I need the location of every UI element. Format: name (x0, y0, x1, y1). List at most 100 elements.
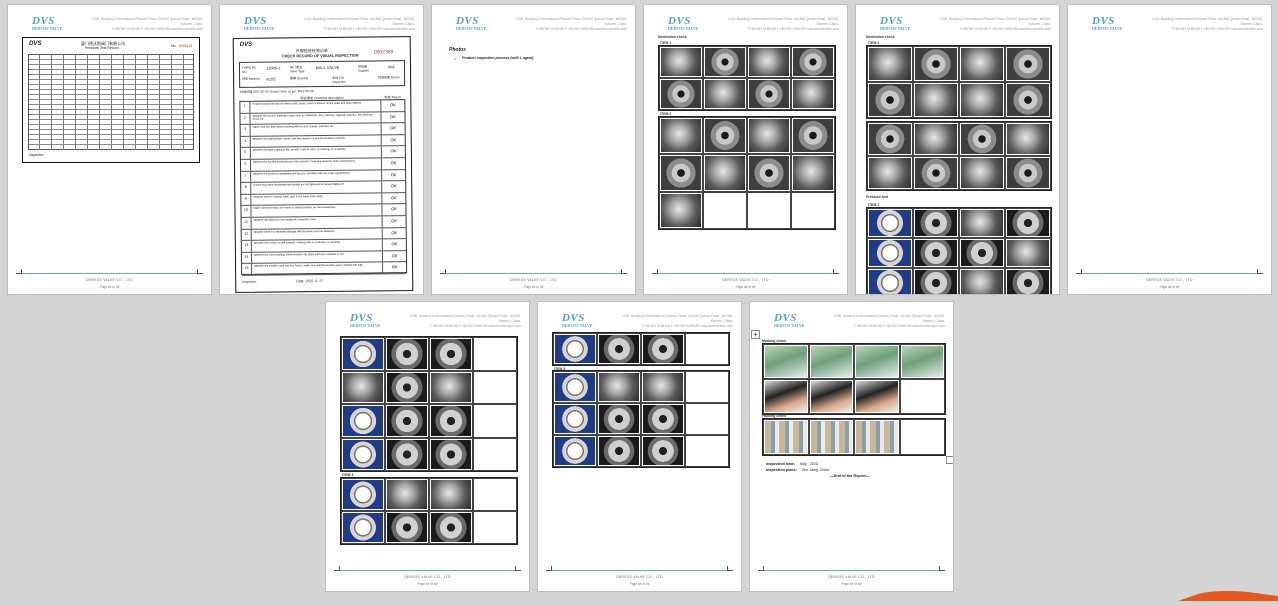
photo-cell[interactable] (641, 371, 685, 403)
photo-cell[interactable] (867, 238, 913, 268)
photo-cell[interactable] (763, 379, 809, 414)
table-move-handle-icon[interactable]: + (751, 330, 760, 339)
photo-cell[interactable] (597, 333, 641, 365)
photo-cell[interactable] (808, 379, 854, 414)
photo-cell[interactable] (385, 478, 429, 511)
photo-cell[interactable] (341, 511, 385, 544)
photo-cell[interactable] (747, 154, 791, 192)
photo-cell[interactable] (703, 117, 747, 155)
photo-cell[interactable] (553, 435, 597, 467)
photo-cell[interactable] (385, 337, 429, 371)
photo-cell[interactable] (429, 337, 473, 371)
photo-cell[interactable] (959, 156, 1005, 190)
photo-cell[interactable] (341, 370, 385, 404)
photo-cell[interactable] (867, 156, 913, 190)
photo-cell[interactable] (913, 156, 959, 190)
photo-cell[interactable] (429, 370, 473, 404)
photo-cell[interactable] (791, 78, 835, 110)
page-8[interactable]: DVS DERVOS VALVE 1205, Building A Interna… (537, 301, 742, 592)
logo-subtext: DERVOS VALVE (32, 26, 63, 31)
photo-cell[interactable] (385, 370, 429, 404)
photo-cell[interactable] (341, 337, 385, 371)
photo-cell[interactable] (341, 478, 385, 511)
photo-cell[interactable] (703, 46, 747, 78)
photo-cell[interactable] (385, 511, 429, 544)
photo-cell[interactable] (641, 403, 685, 435)
photo-cell[interactable] (341, 437, 385, 471)
photo-cell[interactable] (1005, 268, 1051, 294)
photo-cell[interactable] (867, 122, 913, 156)
photo-cell[interactable] (913, 122, 959, 156)
photo-cell[interactable] (867, 208, 913, 238)
photo-cell[interactable] (854, 344, 900, 379)
photo-cell[interactable] (763, 344, 809, 379)
page-1[interactable]: DVS DERVOS VALVE 1205, Building A Interna… (7, 4, 212, 295)
photo-cell[interactable] (747, 117, 791, 155)
photo-cell[interactable] (703, 154, 747, 192)
photo-cell[interactable] (385, 437, 429, 471)
photo-cell[interactable] (659, 154, 703, 192)
page-6[interactable]: DVS DERVOS VALVE 1205, Building A Interna… (1067, 4, 1272, 295)
photo-cell[interactable] (659, 46, 703, 78)
photo-cell[interactable] (913, 82, 959, 118)
photo-cell[interactable] (959, 122, 1005, 156)
photo-cell[interactable] (747, 78, 791, 110)
inspection-date-value: May , 2023 (800, 462, 818, 466)
photo-cell[interactable] (763, 419, 809, 455)
photo-cell[interactable] (659, 117, 703, 155)
scroll-indicator[interactable] (1178, 588, 1278, 601)
photo-grid-dimension-4 (866, 121, 1052, 191)
photo-cell[interactable] (659, 78, 703, 110)
photo-cell[interactable] (791, 117, 835, 155)
page-4[interactable]: DVS DERVOS VALVE 1205, Building A Interna… (643, 4, 848, 295)
photo-cell[interactable] (641, 435, 685, 467)
photo-cell[interactable] (913, 268, 959, 294)
photo-cell[interactable] (913, 238, 959, 268)
photo-cell[interactable] (854, 379, 900, 414)
photo-cell[interactable] (867, 268, 913, 294)
page-9[interactable]: DVS DERVOS VALVE 1205, Building A Interna… (749, 301, 954, 592)
page-7[interactable]: DVS DERVOS VALVE 1205, Building A Interna… (325, 301, 530, 592)
photo-cell[interactable] (808, 419, 854, 455)
photo-cell[interactable] (1005, 46, 1051, 82)
photo-cell[interactable] (959, 82, 1005, 118)
photo-cell[interactable] (429, 511, 473, 544)
photo-cell[interactable] (959, 208, 1005, 238)
photo-cell[interactable] (867, 46, 913, 82)
photo-cell[interactable] (429, 404, 473, 438)
photo-cell[interactable] (1005, 208, 1051, 238)
photo-cell[interactable] (429, 478, 473, 511)
page-5[interactable]: DVS DERVOS VALVE 1205, Building A Interna… (855, 4, 1060, 295)
photo-cell[interactable] (1005, 238, 1051, 268)
photo-cell[interactable] (899, 344, 945, 379)
page-3[interactable]: DVS DERVOS VALVE 1205, Building A Interna… (431, 4, 636, 295)
photo-cell[interactable] (385, 404, 429, 438)
photo-cell[interactable] (791, 46, 835, 78)
photo-cell[interactable] (854, 419, 900, 455)
photo-cell[interactable] (1005, 122, 1051, 156)
photo-cell[interactable] (641, 333, 685, 365)
photo-cell[interactable] (659, 191, 703, 229)
photo-cell[interactable] (913, 208, 959, 238)
photo-cell[interactable] (553, 371, 597, 403)
photo-cell[interactable] (597, 435, 641, 467)
photo-cell[interactable] (597, 371, 641, 403)
photo-cell[interactable] (808, 344, 854, 379)
photo-cell[interactable] (1005, 82, 1051, 118)
photo-cell[interactable] (553, 333, 597, 365)
photo-cell[interactable] (597, 403, 641, 435)
photo-cell[interactable] (791, 154, 835, 192)
page-2[interactable]: DVS DERVOS VALVE 1205, Building A Interna… (219, 4, 424, 295)
table-resize-handle-icon[interactable] (946, 456, 953, 464)
photo-cell[interactable] (747, 46, 791, 78)
photo-cell[interactable] (429, 437, 473, 471)
photo-cell[interactable] (959, 46, 1005, 82)
photo-cell[interactable] (341, 404, 385, 438)
photo-cell[interactable] (959, 238, 1005, 268)
photo-cell[interactable] (867, 82, 913, 118)
photo-cell[interactable] (913, 46, 959, 82)
photo-cell[interactable] (959, 268, 1005, 294)
photo-cell[interactable] (553, 403, 597, 435)
photo-cell[interactable] (1005, 156, 1051, 190)
photo-cell[interactable] (703, 78, 747, 110)
